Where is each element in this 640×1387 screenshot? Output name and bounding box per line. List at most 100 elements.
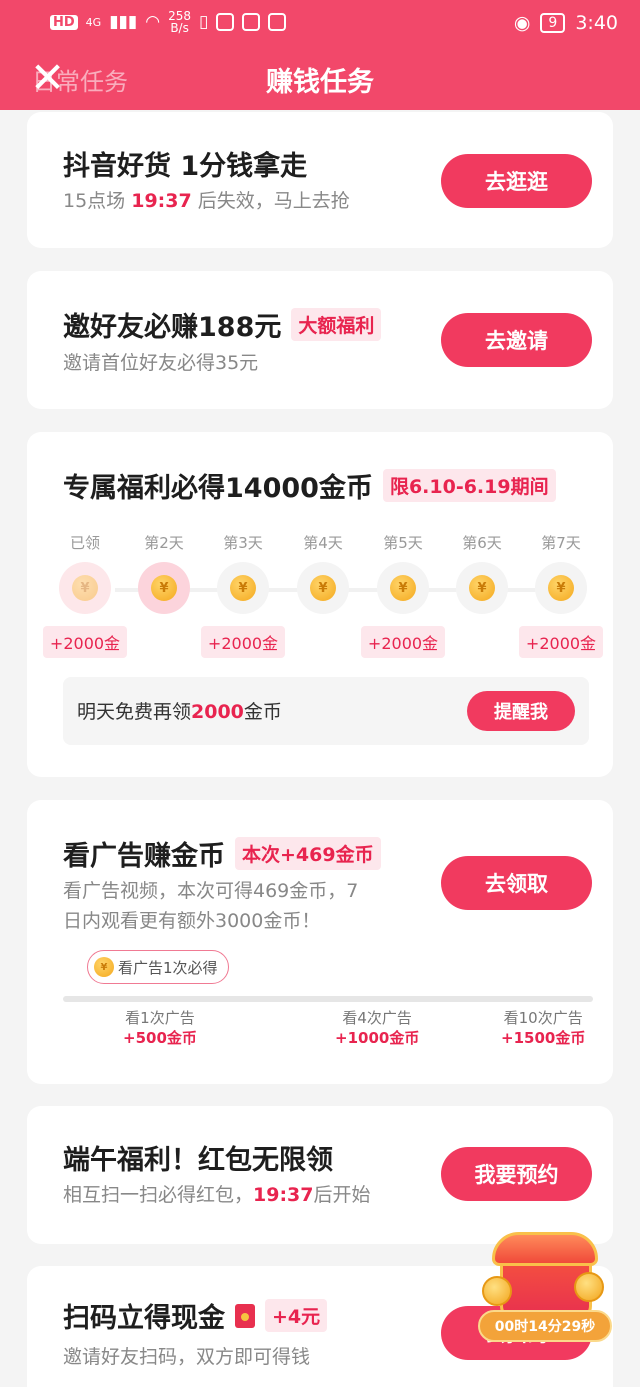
task-card-douyin-goods: 抖音好货 1分钱拿走 15点场 19:37 后失效，马上去抢 去逛逛 bbox=[27, 112, 613, 248]
ad-progress: ¥ 看广告1次必得 看1次广告 +500金币 看4次广告 +1000金币 看10… bbox=[63, 950, 593, 1050]
clock: 3:40 bbox=[575, 12, 618, 34]
status-left: HD 4G ▮▮▮ ◠ 258 B/s ▯ bbox=[50, 10, 287, 34]
day-coin: ¥ bbox=[297, 562, 349, 614]
treasure-chest-widget[interactable]: 00时14分29秒 bbox=[478, 1232, 612, 1352]
start-time: 19:37 bbox=[253, 1184, 314, 1206]
day-bonus: +2000金 bbox=[519, 626, 603, 658]
milestone-label: 看10次广告 bbox=[503, 1009, 583, 1027]
progress-bubble: ¥ 看广告1次必得 bbox=[87, 950, 229, 984]
day-bonus: +2000金 bbox=[361, 626, 445, 658]
task-title: 看广告赚金币 bbox=[63, 841, 225, 872]
hd-indicator: HD bbox=[50, 14, 78, 30]
day-coin: ¥ bbox=[377, 562, 429, 614]
task-tag: 限6.10-6.19期间 bbox=[382, 469, 556, 502]
subtitle-text: 相互扫一扫必得红包， bbox=[63, 1184, 254, 1206]
day-label: 第7天 bbox=[541, 534, 581, 552]
coin-icon: ¥ bbox=[310, 575, 336, 601]
day-label: 第4天 bbox=[303, 534, 343, 552]
day-item: 第7天 ¥ +2000金 bbox=[519, 532, 603, 658]
checkin-days: 已领 ¥ +2000金 第2天 ¥ 第3天 ¥ +2000金 第4天 ¥ 第5天… bbox=[43, 532, 605, 672]
app-icon bbox=[242, 13, 261, 31]
phone-icon: ▯ bbox=[199, 12, 209, 32]
subtitle-text: 后失效，马上去抢 bbox=[191, 190, 350, 212]
subtitle-text: 后开始 bbox=[313, 1184, 371, 1206]
task-subtitle: 邀请好友扫码，双方即可得钱 bbox=[63, 1346, 311, 1368]
coin-icon: ¥ bbox=[390, 575, 416, 601]
page-header: 日常任务 ✕ 赚钱任务 bbox=[0, 48, 640, 110]
milestone-reward: +1000金币 bbox=[335, 1029, 420, 1047]
task-title-row: 邀好友必赚188元 大额福利 bbox=[63, 305, 382, 344]
day-coin: ¥ bbox=[59, 562, 111, 614]
app-icon bbox=[216, 13, 235, 31]
subtitle-line: 日内观看更有额外3000金币！ bbox=[63, 910, 321, 932]
task-subtitle: 看广告视频，本次可得469金币，7 日内观看更有额外3000金币！ bbox=[63, 876, 358, 936]
remind-panel: 明天免费再领2000金币 提醒我 bbox=[63, 677, 589, 745]
network-speed: 258 B/s bbox=[168, 10, 191, 34]
coin-icon: ¥ bbox=[230, 575, 256, 601]
task-title-row: 专属福利必得14000金币 限6.10-6.19期间 bbox=[63, 466, 556, 505]
wifi-icon: ◠ bbox=[145, 12, 161, 32]
milestone: 看1次广告 +500金币 bbox=[123, 1008, 197, 1048]
day-coin: ¥ bbox=[535, 562, 587, 614]
subtitle-text: 15点场 bbox=[63, 190, 132, 212]
status-right: ◉ 9 3:40 bbox=[514, 12, 618, 34]
chest-timer: 00时14分29秒 bbox=[478, 1310, 612, 1342]
task-title: 专属福利必得14000金币 bbox=[63, 473, 373, 504]
day-label: 第3天 bbox=[223, 534, 263, 552]
coin-icon: ¥ bbox=[469, 575, 495, 601]
network-indicator: 4G bbox=[85, 15, 102, 29]
task-title: 邀好友必赚188元 bbox=[63, 312, 282, 343]
task-card-watch-ads: 看广告赚金币 本次+469金币 看广告视频，本次可得469金币，7 日内观看更有… bbox=[27, 800, 613, 1084]
day-coin: ¥ bbox=[456, 562, 508, 614]
task-subtitle: 邀请首位好友必得35元 bbox=[63, 352, 259, 374]
task-title-row: 扫码立得现金 +4元 bbox=[63, 1296, 328, 1335]
day-label: 第6天 bbox=[462, 534, 502, 552]
remind-text-post: 金币 bbox=[243, 701, 282, 723]
day-bonus: +2000金 bbox=[201, 626, 285, 658]
task-tag: 本次+469金币 bbox=[235, 837, 381, 870]
chest-lid bbox=[492, 1232, 598, 1266]
signal-icon: ▮▮▮ bbox=[109, 12, 138, 32]
page-title: 赚钱任务 bbox=[266, 67, 374, 98]
task-tag: 大额福利 bbox=[291, 308, 382, 341]
day-item: 第4天 ¥ bbox=[283, 532, 363, 614]
milestone-reward: +1500金币 bbox=[501, 1029, 586, 1047]
coin-icon bbox=[574, 1272, 604, 1302]
bubble-text: 看广告1次必得 bbox=[118, 958, 218, 977]
day-item: 第5天 ¥ +2000金 bbox=[361, 532, 445, 658]
remind-text-pre: 明天免费再领 bbox=[77, 701, 192, 723]
day-coin: ¥ bbox=[217, 562, 269, 614]
milestone-reward: +500金币 bbox=[123, 1029, 197, 1047]
reserve-button[interactable]: 我要预约 bbox=[441, 1147, 592, 1201]
app-icon bbox=[268, 13, 287, 31]
progress-track bbox=[63, 996, 593, 1002]
countdown-time: 19:37 bbox=[131, 190, 192, 212]
milestone: 看4次广告 +1000金币 bbox=[335, 1008, 419, 1048]
subtitle-line: 看广告视频，本次可得469金币，7 bbox=[63, 880, 359, 902]
task-title-row: 看广告赚金币 本次+469金币 bbox=[63, 834, 381, 873]
milestone-label: 看1次广告 bbox=[125, 1009, 195, 1027]
coin-icon: ¥ bbox=[94, 957, 114, 977]
day-label: 第5天 bbox=[383, 534, 423, 552]
coin-icon: ¥ bbox=[72, 575, 98, 601]
task-card-exclusive-benefit: 专属福利必得14000金币 限6.10-6.19期间 已领 ¥ +2000金 第… bbox=[27, 432, 613, 777]
battery-icon: 9 bbox=[540, 13, 566, 33]
day-item: 已领 ¥ +2000金 bbox=[43, 532, 127, 658]
invite-button[interactable]: 去邀请 bbox=[441, 313, 592, 367]
task-tag: +4元 bbox=[265, 1299, 328, 1332]
milestone-label: 看4次广告 bbox=[342, 1009, 412, 1027]
status-bar: HD 4G ▮▮▮ ◠ 258 B/s ▯ ◉ 9 3:40 bbox=[0, 0, 640, 48]
task-title: 扫码立得现金 bbox=[63, 1303, 225, 1334]
go-shopping-button[interactable]: 去逛逛 bbox=[441, 154, 592, 208]
claim-button[interactable]: 去领取 bbox=[441, 856, 592, 910]
speed-unit: B/s bbox=[170, 21, 189, 35]
milestone: 看10次广告 +1500金币 bbox=[501, 1008, 585, 1048]
day-item: 第3天 ¥ +2000金 bbox=[201, 532, 285, 658]
task-title: 抖音好货 1分钱拿走 bbox=[63, 151, 308, 182]
remind-me-button[interactable]: 提醒我 bbox=[467, 691, 575, 731]
day-bonus: +2000金 bbox=[43, 626, 127, 658]
remind-text: 明天免费再领2000金币 bbox=[77, 697, 282, 724]
red-packet-icon bbox=[235, 1303, 255, 1328]
day-coin: ¥ bbox=[138, 562, 190, 614]
task-title: 端午福利！红包无限领 bbox=[63, 1145, 333, 1176]
